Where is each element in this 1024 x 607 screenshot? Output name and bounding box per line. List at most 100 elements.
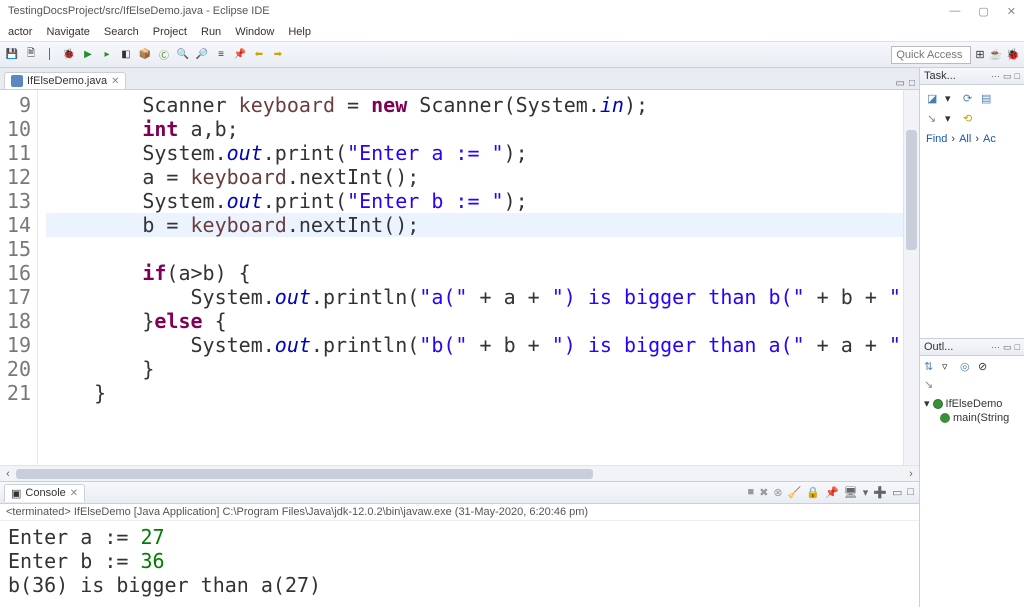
window-titlebar: TestingDocsProject/src/IfElseDemo.java -… [0,0,1024,22]
pin-icon[interactable]: 📌 [232,47,248,63]
tree-expand-icon[interactable]: ▾ [924,397,930,410]
perspective-java-icon[interactable]: ☕ [989,48,1003,61]
outline-panel-title: Outl... [924,341,953,353]
perspective-debug-icon[interactable]: 🐞 [1006,48,1020,61]
outline-hide-icon[interactable]: ⊘ [978,360,992,374]
menu-run[interactable]: Run [195,24,227,40]
forward-icon[interactable]: ➡ [270,47,286,63]
outline-method-node[interactable]: main(String [924,411,1020,425]
debug-icon[interactable]: 🐞 [61,47,77,63]
outline-class-label: IfElseDemo [946,398,1003,410]
code-area[interactable]: Scanner keyboard = new Scanner(System.in… [38,90,903,465]
coverage-icon[interactable]: ◧ [118,47,134,63]
outline-panel: Outl... ⋯ ▭ □ ⇅ ▿ ◎ ⊘ ↘ [920,338,1024,607]
class-icon [933,399,943,409]
console-clear-icon[interactable]: 🧹 [787,486,803,499]
outline-sort-icon[interactable]: ⇅ [924,360,938,374]
console-toolbar: ■ ✖ ⊗ 🧹 🔒 📌 🖥 ▾ ➕ ▭ □ [747,486,915,499]
task-new-icon[interactable]: ◪ [927,92,941,106]
run-icon[interactable]: ▶ [80,47,96,63]
save-all-icon[interactable]: 🗎 [23,47,39,63]
toggle-breadcrumb-icon[interactable]: ≡ [213,47,229,63]
editor-tabbar: IfElseDemo.java ✕ ▭ □ [0,68,919,90]
scroll-left-icon[interactable]: ‹ [0,468,16,480]
main-menubar: actorNavigateSearchProjectRunWindowHelp [0,22,1024,42]
task-categorize-icon[interactable]: ▤ [981,92,995,106]
outline-method-label: main(String [953,412,1009,424]
task-panel-min-icon[interactable]: ▭ [1003,71,1012,82]
console-tab-close-icon[interactable]: ✕ [70,488,78,499]
console-min-icon[interactable]: ▭ [891,486,903,499]
run-last-icon[interactable]: ▸ [99,47,115,63]
console-status-line: <terminated> IfElseDemo [Java Applicatio… [0,504,919,521]
task-activate-link[interactable]: Ac [983,133,996,145]
console-open-icon[interactable]: ▾ [862,486,870,499]
code-editor[interactable]: 9101112131415161718192021 Scanner keyboa… [0,90,919,465]
line-number-gutter: 9101112131415161718192021 [0,90,38,465]
task-synchronize-icon[interactable]: ⟲ [963,112,977,126]
java-file-icon [11,75,23,87]
menu-search[interactable]: Search [98,24,145,40]
outline-link-icon[interactable]: ↘ [924,378,938,392]
task-filter-sep2: › [975,133,979,145]
outline-view-menu-icon[interactable]: ⋯ [991,342,1000,353]
new-class-icon[interactable]: Ⓒ [156,47,172,63]
console-remove-icon[interactable]: ✖ [758,486,769,499]
scroll-right-icon[interactable]: › [903,468,919,480]
console-terminate-icon[interactable]: ■ [747,486,756,499]
console-max-icon[interactable]: □ [906,486,915,499]
task-focus-icon[interactable]: ↘ [927,112,941,126]
task-panel-title: Task... [924,70,956,82]
console-tab[interactable]: ▣ Console ✕ [4,484,85,502]
menu-navigate[interactable]: Navigate [40,24,95,40]
task-panel-view-menu-icon[interactable]: ⋯ [991,71,1000,82]
console-display-icon[interactable]: 🖥 [843,486,859,499]
task-find-link[interactable]: Find [926,133,947,145]
menu-project[interactable]: Project [147,24,193,40]
new-package-icon[interactable]: 📦 [137,47,153,63]
menu-actor[interactable]: actor [2,24,38,40]
method-icon [940,413,950,423]
console-scroll-lock-icon[interactable]: 🔒 [805,486,821,499]
console-pin-icon[interactable]: 📌 [824,486,840,499]
editor-tab-ifelsedemo[interactable]: IfElseDemo.java ✕ [4,72,126,89]
outline-min-icon[interactable]: ▭ [1003,342,1012,353]
task-list-panel: Task... ⋯ ▭ □ ◪ ▾ ⟳ ▤ ↘ ▾ ⟲ [920,68,1024,338]
editor-minimize-icon[interactable]: ▭ [896,78,905,89]
window-minimize-button[interactable]: — [949,5,960,18]
console-tab-label: Console [25,487,65,499]
quick-access-input[interactable] [891,46,971,64]
window-title: TestingDocsProject/src/IfElseDemo.java -… [8,5,270,17]
console-output[interactable]: Enter a := 27Enter b := 36b(36) is bigge… [0,521,919,607]
console-icon: ▣ [11,487,21,500]
save-icon[interactable]: 💾 [4,47,20,63]
outline-class-node[interactable]: ▾ IfElseDemo [924,396,1020,411]
editor-tab-label: IfElseDemo.java [27,75,107,87]
outline-max-icon[interactable]: □ [1015,342,1020,353]
editor-maximize-icon[interactable]: □ [909,78,915,89]
menu-window[interactable]: Window [229,24,280,40]
outline-filter-icon[interactable]: ▿ [942,360,956,374]
perspective-resource-icon[interactable]: ⊞ [975,48,984,61]
editor-tab-close-icon[interactable]: ✕ [111,76,119,87]
main-toolbar: 💾 🗎 │ 🐞 ▶ ▸ ◧ 📦 Ⓒ 🔍 🔎 ≡ 📌 ⬅ ➡ ⊞ ☕ 🐞 [0,42,1024,68]
open-type-icon[interactable]: 🔍 [175,47,191,63]
editor-vertical-scrollbar[interactable] [903,90,919,465]
console-new-icon[interactable]: ➕ [872,486,888,499]
task-all-link[interactable]: All [959,133,971,145]
search-icon[interactable]: 🔎 [194,47,210,63]
window-close-button[interactable]: ✕ [1007,5,1016,18]
task-filter-sep: › [951,133,955,145]
back-icon[interactable]: ⬅ [251,47,267,63]
sep-icon: │ [42,47,58,63]
window-maximize-button[interactable]: ▢ [978,5,988,18]
task-collapse-icon[interactable]: ▾ [945,112,959,126]
task-panel-max-icon[interactable]: □ [1015,71,1020,82]
toolbar-icon-group: 💾 🗎 │ 🐞 ▶ ▸ ◧ 📦 Ⓒ 🔍 🔎 ≡ 📌 ⬅ ➡ [4,47,286,63]
menu-help[interactable]: Help [282,24,317,40]
editor-horizontal-scrollbar[interactable]: ‹ › [0,465,919,481]
outline-focus-icon[interactable]: ◎ [960,360,974,374]
task-refresh-icon[interactable]: ⟳ [963,92,977,106]
console-remove-all-icon[interactable]: ⊗ [772,486,783,499]
task-dropdown-icon[interactable]: ▾ [945,92,959,106]
